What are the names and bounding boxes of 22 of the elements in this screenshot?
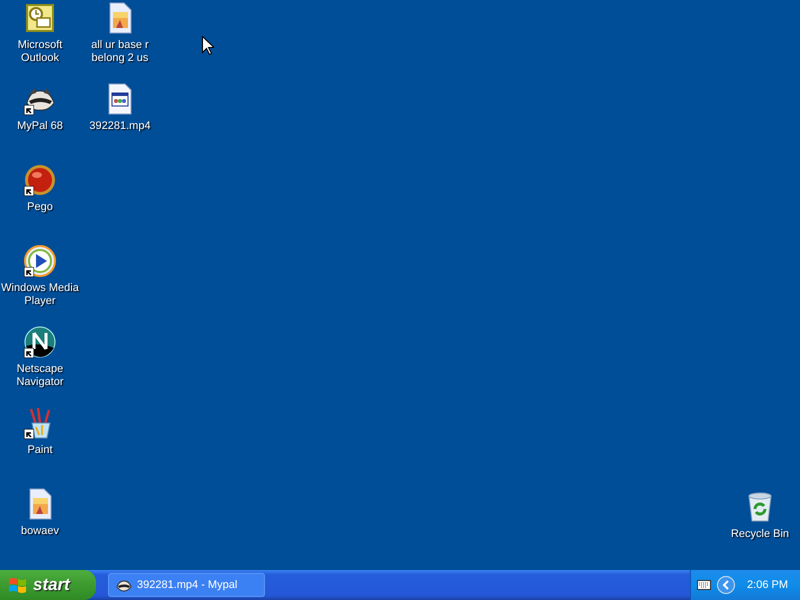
taskbar-button[interactable]: 392281.mp4 - Mypal (108, 573, 265, 597)
mouse-cursor-icon (202, 36, 214, 55)
icon-label[interactable]: Netscape Navigator (1, 363, 79, 389)
icon-label[interactable]: Recycle Bin (721, 528, 799, 541)
clock: 2:06 PM (747, 579, 788, 591)
netscape-icon (24, 326, 56, 358)
icon-label[interactable]: Paint (1, 444, 79, 457)
icon-label[interactable]: bowaev (1, 525, 79, 538)
icon-label[interactable]: all ur base r belong 2 us (81, 39, 159, 65)
icon-label[interactable]: 392281.mp4 (81, 120, 159, 133)
icon-label[interactable]: Microsoft Outlook (1, 39, 79, 65)
start-button[interactable]: start (0, 570, 96, 600)
chevron-left-icon[interactable] (717, 576, 736, 594)
icon-label[interactable]: Windows Media Player (1, 282, 79, 308)
raccoon-icon (116, 578, 132, 592)
icon-label[interactable]: Pego (1, 201, 79, 214)
media-player-icon (24, 245, 56, 277)
windows-logo-icon (8, 576, 28, 594)
keyboard-icon[interactable] (697, 580, 712, 590)
outlook-icon (24, 2, 56, 34)
ball-icon (24, 164, 56, 196)
icon-label[interactable]: MyPal 68 (1, 120, 79, 133)
